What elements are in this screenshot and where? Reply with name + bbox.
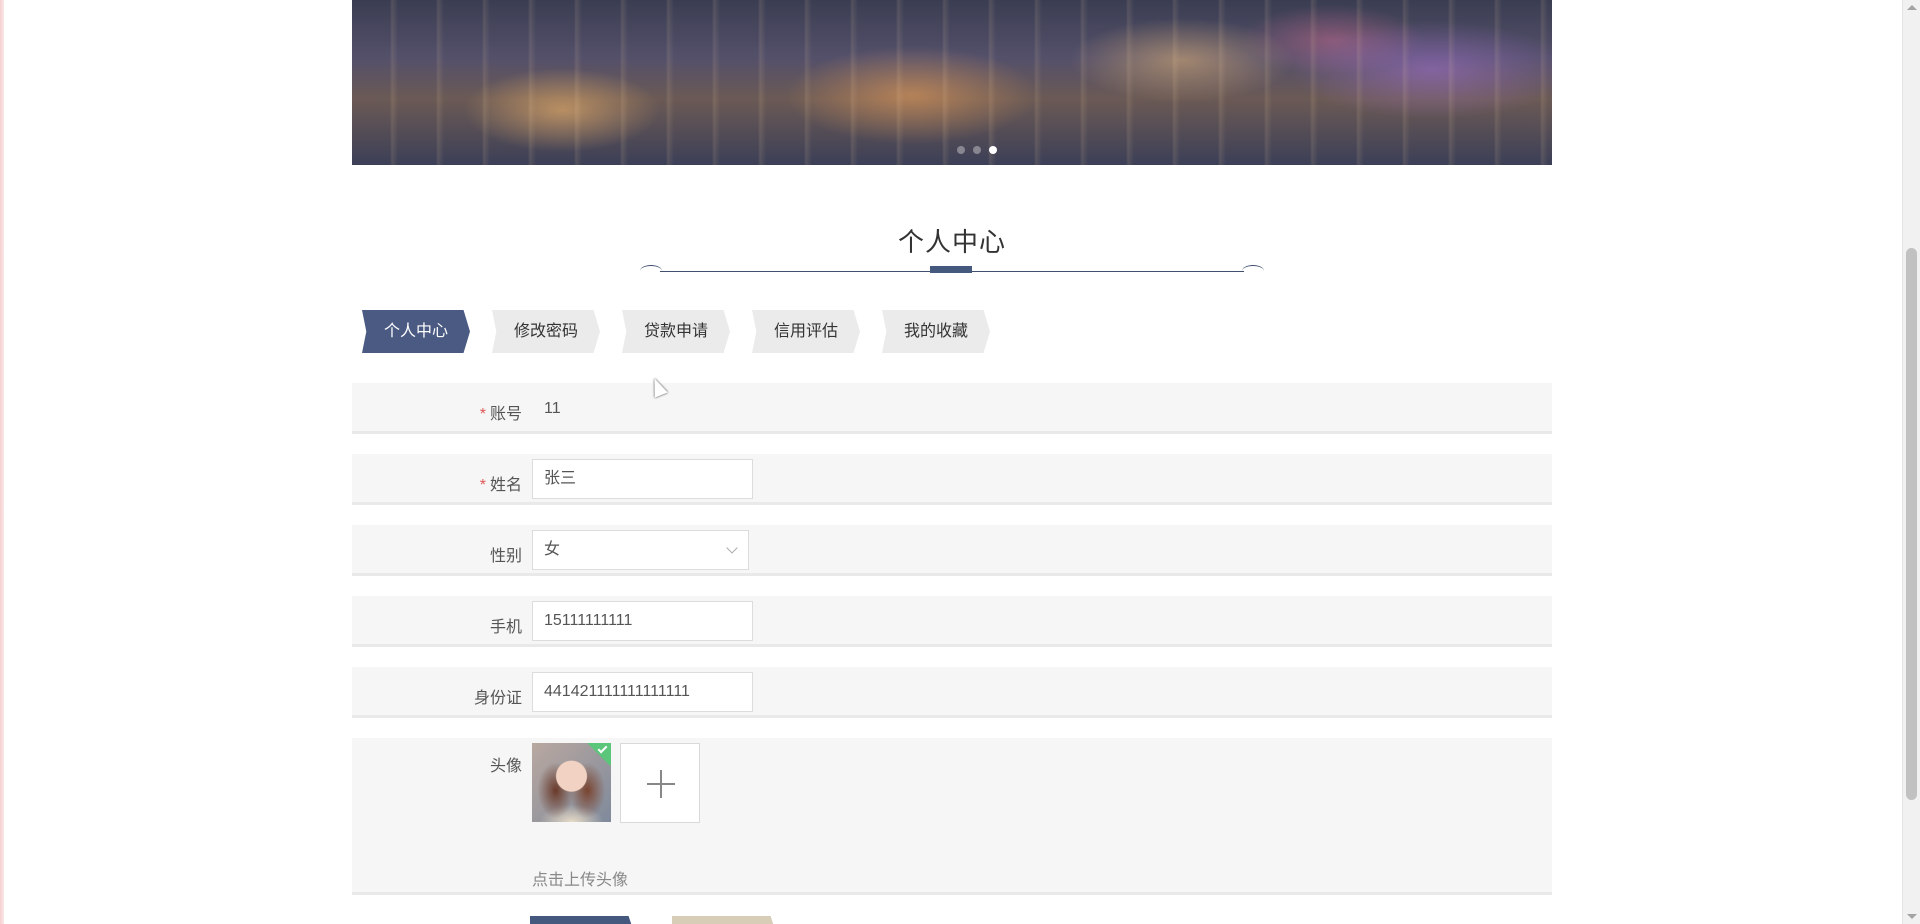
carousel-dot-1[interactable]	[957, 146, 965, 154]
id-card-input[interactable]: 441421111111111111	[532, 672, 753, 712]
banner-image	[352, 0, 1552, 165]
tab-bar: 个人中心 修改密码 贷款申请 信用评估 我的收藏	[362, 310, 990, 353]
scroll-up-icon[interactable]	[1907, 5, 1917, 10]
profile-form: * 账号 11 * 姓名 张三 性别 女 手机 15111111111 身份证 44…	[352, 383, 1552, 915]
account-value: 11	[544, 400, 561, 417]
gender-select[interactable]: 女	[532, 530, 749, 570]
form-row-gender: 性别 女	[352, 525, 1552, 576]
scroll-down-icon[interactable]	[1907, 914, 1917, 919]
page-title: 个人中心	[897, 227, 1006, 257]
tab-loan-application[interactable]: 贷款申请	[622, 310, 730, 353]
form-actions	[530, 916, 784, 924]
reset-button[interactable]	[672, 916, 784, 924]
carousel-dot-2[interactable]	[973, 146, 981, 154]
page-scrollbar[interactable]	[1902, 0, 1920, 924]
avatar-upload-button[interactable]	[620, 743, 700, 823]
title-divider	[640, 264, 1264, 278]
account-label: * 账号	[479, 406, 522, 423]
divider-curl-left	[640, 265, 662, 277]
form-row-name: * 姓名 张三	[352, 454, 1552, 505]
required-mark: *	[479, 406, 486, 423]
id-card-label: 身份证	[473, 690, 522, 707]
scrollbar-thumb[interactable]	[1906, 248, 1917, 800]
required-mark: *	[479, 477, 486, 494]
tab-credit-evaluation[interactable]: 信用评估	[752, 310, 860, 353]
phone-input[interactable]: 15111111111	[532, 601, 753, 641]
banner-carousel[interactable]	[352, 0, 1552, 165]
form-row-account: * 账号 11	[352, 383, 1552, 434]
form-row-id-card: 身份证 441421111111111111	[352, 667, 1552, 718]
chevron-down-icon	[726, 542, 738, 554]
gender-label: 性别	[489, 548, 522, 565]
divider-accent	[930, 266, 972, 273]
plus-icon-vertical	[660, 770, 662, 798]
save-button[interactable]	[530, 916, 642, 924]
name-label: * 姓名	[479, 477, 522, 494]
name-input[interactable]: 张三	[532, 459, 753, 499]
tab-personal-center[interactable]: 个人中心	[362, 310, 470, 353]
gender-value: 女	[544, 541, 561, 558]
left-edge	[0, 0, 4, 924]
tab-change-password[interactable]: 修改密码	[492, 310, 600, 353]
phone-label: 手机	[489, 619, 522, 636]
avatar-thumbnail[interactable]	[532, 743, 611, 822]
carousel-indicators	[352, 146, 1552, 156]
form-row-avatar: 头像 点击上传头像	[352, 738, 1552, 895]
divider-curl-right	[1242, 265, 1264, 277]
upload-tip: 点击上传头像	[532, 872, 629, 889]
avatar-label: 头像	[489, 758, 522, 775]
form-row-phone: 手机 15111111111	[352, 596, 1552, 647]
tab-my-favorites[interactable]: 我的收藏	[882, 310, 990, 353]
carousel-dot-3[interactable]	[989, 146, 997, 154]
